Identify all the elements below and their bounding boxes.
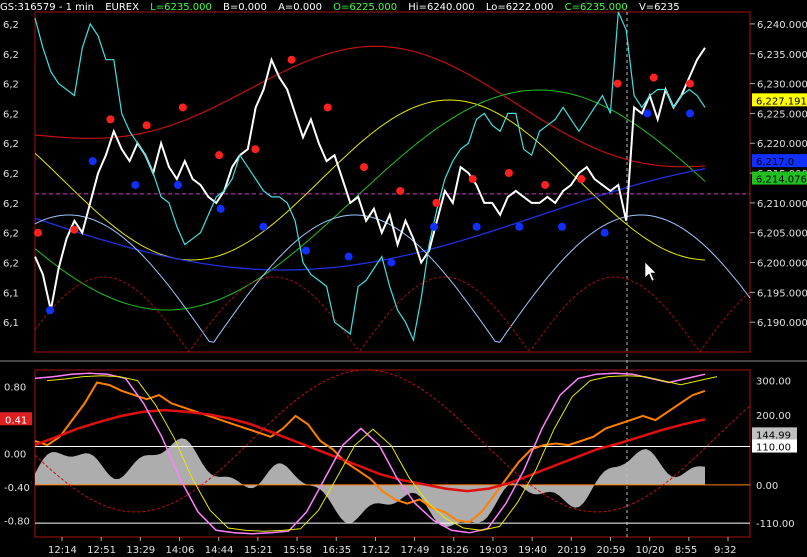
time-tick-label: 14:44	[205, 545, 234, 556]
blue-dot-marker	[131, 180, 140, 189]
red-dot-marker	[613, 79, 622, 88]
red-dot-marker	[323, 103, 332, 112]
price-tick-label-right: 6,200.000	[757, 259, 807, 270]
blue-dot-marker	[174, 180, 182, 189]
price-tick-label-right: 6,210.000	[757, 199, 807, 210]
trading-chart-window: GS:316579 - 1 min EUREX L=6235.000 B=0.0…	[0, 0, 807, 557]
pink-stochastic-line	[34, 372, 706, 535]
price-tick-label-right: 6,225.000	[757, 109, 807, 120]
oscillator-tick-label-right: -110.00	[756, 519, 795, 530]
time-tick-label: 20:19	[557, 545, 586, 556]
price-badge-label: 6,214.076	[756, 175, 807, 186]
red-dot-marker	[251, 145, 260, 154]
oscillator-badge-label: 110.00	[756, 443, 791, 454]
oscillator-tick-label-left: 0.00	[4, 450, 26, 461]
cyan-series-line	[34, 11, 706, 343]
time-tick-label: 20:59	[596, 545, 625, 556]
price-tick-label-left: 6,2	[3, 20, 19, 31]
time-tick-label: 17:49	[401, 545, 430, 556]
time-tick-label: 19:40	[518, 545, 547, 556]
price-tick-label-right: 6,190.000	[757, 318, 807, 329]
price-tick-label-left: 6,2	[3, 199, 19, 210]
blue-dot-marker	[430, 222, 438, 231]
oscillator-tick-label-left: 0.80	[4, 383, 26, 394]
price-tick-label-left: 6,2	[3, 109, 19, 120]
blue-dot-marker	[88, 157, 97, 166]
time-tick-label: 15:58	[283, 545, 312, 556]
time-tick-label: 13:29	[126, 545, 155, 556]
blue-dot-marker	[302, 246, 310, 255]
price-tick-label-left: 6,2	[3, 139, 19, 150]
red-dot-marker	[649, 73, 658, 82]
green-cycle-line	[34, 89, 706, 311]
time-tick-label: 19:03	[479, 545, 508, 556]
time-tick-label: 12:51	[87, 545, 116, 556]
blue-dot-marker	[46, 306, 54, 315]
dashed-arch-line	[34, 276, 751, 353]
red-dot-marker	[70, 225, 79, 234]
blue-dot-marker	[216, 204, 225, 213]
blue-dot-marker	[259, 222, 268, 231]
time-tick-label: 9:32	[714, 545, 736, 556]
price-tick-label-right: 6,230.000	[757, 80, 807, 91]
blue-dot-marker	[344, 252, 353, 261]
price-tick-label-left: 6,2	[3, 229, 19, 240]
red-dot-marker	[686, 79, 694, 88]
time-tick-label: 15:21	[244, 545, 273, 556]
oscillator-badge-label: 0.41	[5, 415, 27, 426]
blue-dot-marker	[643, 109, 652, 118]
red-dot-marker	[215, 151, 224, 160]
gray-histogram-area	[35, 438, 705, 528]
light-blue-arc-line	[34, 214, 751, 343]
blue-dot-marker	[600, 228, 609, 237]
blue-dot-marker	[558, 222, 566, 231]
red-dot-marker	[34, 228, 42, 237]
mouse-pointer-icon	[644, 261, 657, 282]
red-dot-marker	[142, 121, 151, 130]
price-tick-label-left: 6,1	[3, 288, 19, 299]
red-dot-marker	[468, 175, 477, 184]
price-tick-label-left: 6,2	[3, 169, 19, 180]
price-tick-label-left: 6,1	[3, 318, 19, 329]
price-tick-label-left: 6,2	[3, 50, 19, 61]
price-panel-frame	[34, 11, 751, 353]
price-badge-label: 6,227.191	[756, 96, 807, 107]
blue-dot-marker	[515, 222, 524, 231]
price-tick-label-right: 6,205.000	[757, 229, 807, 240]
time-tick-label: 8:55	[675, 545, 697, 556]
time-tick-label: 12:14	[48, 545, 77, 556]
red-dot-marker	[287, 55, 296, 64]
red-dot-marker	[106, 115, 115, 124]
price-tick-label-right: 6,220.000	[757, 139, 807, 150]
blue-dot-marker	[472, 222, 481, 231]
price-tick-label-right: 6,240.000	[757, 20, 807, 31]
price-tick-label-left: 6,2	[3, 80, 19, 91]
blue-dot-marker	[686, 109, 694, 118]
oscillator-tick-label-right: 0.00	[756, 481, 778, 492]
red-dot-marker	[360, 163, 368, 172]
chart-canvas[interactable]: 6,240.0006,235.0006,230.0006,225.0006,22…	[0, 0, 807, 557]
time-tick-label: 16:35	[322, 545, 351, 556]
red-dot-marker	[396, 186, 405, 195]
blue-dot-marker	[387, 258, 396, 267]
red-dot-marker	[432, 198, 441, 207]
time-tick-label: 10/20	[636, 545, 665, 556]
time-tick-label: 14:06	[166, 545, 195, 556]
time-tick-label: 18:26	[440, 545, 469, 556]
price-badge-label: 6,217.0	[756, 157, 794, 168]
price-tick-label-right: 6,195.000	[757, 288, 807, 299]
oscillator-tick-label-right: 300.00	[756, 376, 791, 387]
red-dot-marker	[577, 175, 586, 184]
price-tick-label-right: 6,235.000	[757, 50, 807, 61]
red-dot-marker	[178, 103, 187, 112]
oscillator-tick-label-left: -0.80	[4, 516, 30, 527]
red-dot-marker	[541, 180, 550, 189]
price-series-line	[34, 47, 706, 311]
red-dot-marker	[504, 169, 513, 178]
oscillator-tick-label-right: 200.00	[756, 411, 791, 422]
time-tick-label: 17:12	[361, 545, 390, 556]
oscillator-tick-label-left: -0.40	[4, 483, 30, 494]
price-tick-label-left: 6,2	[3, 259, 19, 270]
